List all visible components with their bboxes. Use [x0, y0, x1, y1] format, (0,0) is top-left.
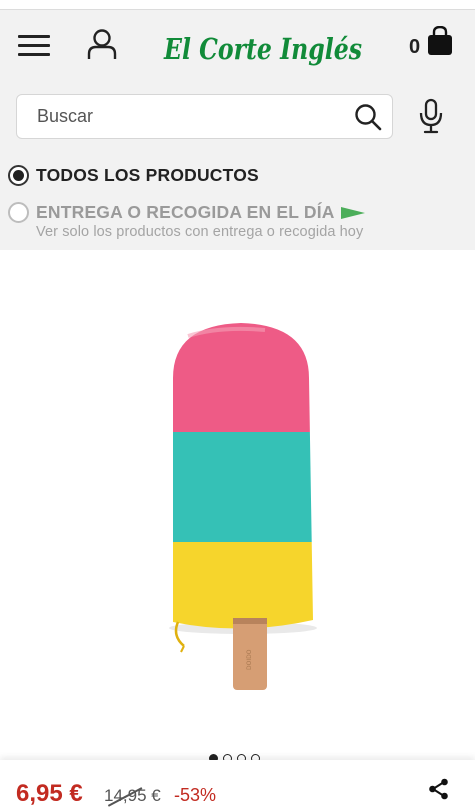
current-price: 6,95 € [16, 780, 83, 807]
radio-selected-icon[interactable] [8, 165, 29, 186]
discount-badge: -53% [174, 785, 217, 805]
share-icon[interactable] [428, 778, 450, 800]
svg-text:DOIDO: DOIDO [246, 649, 253, 670]
search-input[interactable] [37, 95, 347, 138]
price-bar: 6,95 € 14,95 € -53% [0, 760, 475, 812]
old-price: 14,95 € [104, 786, 161, 807]
popsicle-pencil-case-image: DOIDO [169, 323, 317, 690]
filter-same-day-label: ENTREGA O RECOGIDA EN EL DÍA [36, 202, 335, 222]
shopping-bag-icon [428, 26, 452, 55]
cart-count: 0 [409, 36, 421, 58]
radio-unselected-icon[interactable] [8, 202, 29, 223]
filter-all-products[interactable]: TODOS LOS PRODUCTOS [8, 165, 259, 186]
site-header: El Corte Inglés 0 TODOS LOS PRODUCTOS [0, 10, 475, 250]
brand-logo[interactable]: El Corte Inglés [162, 24, 367, 72]
green-flag-icon [340, 206, 365, 219]
brand-logo-text: El Corte Inglés [163, 32, 362, 66]
cart-button[interactable]: 0 [405, 26, 457, 62]
search-box [16, 94, 393, 139]
status-strip [0, 0, 475, 10]
search-icon[interactable] [354, 103, 382, 131]
filter-all-products-label: TODOS LOS PRODUCTOS [36, 165, 259, 185]
filter-same-day-subtext: Ver solo los productos con entrega o rec… [36, 224, 364, 240]
microphone-icon[interactable] [418, 98, 444, 134]
user-account-icon[interactable] [86, 27, 118, 61]
filter-same-day[interactable]: ENTREGA O RECOGIDA EN EL DÍA [8, 202, 365, 223]
hamburger-menu-icon[interactable] [18, 32, 50, 60]
product-image-carousel[interactable]: DOIDO [0, 250, 475, 750]
